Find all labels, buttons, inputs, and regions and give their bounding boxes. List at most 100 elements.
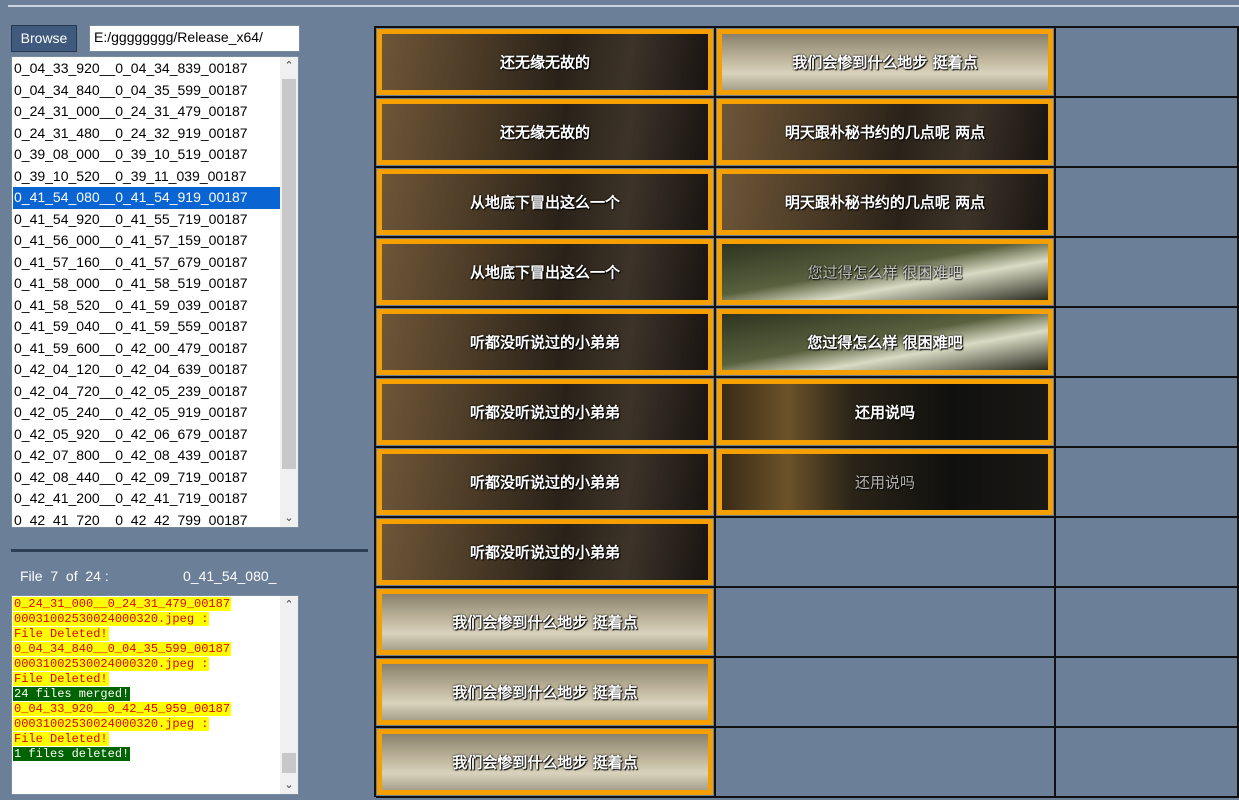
log-line: 1 files deleted! [13,747,131,761]
log-line: File Deleted! [13,672,109,686]
file-list-item[interactable]: 0_39_08_000__0_39_10_519_00187 [13,144,281,166]
thumbnail-cell[interactable]: 听都没听说过的小弟弟 [376,378,716,448]
log-line: 0_04_34_840__0_04_35_599_00187 [13,642,232,656]
thumbnail-cell[interactable]: 从地底下冒出这么一个 [376,168,716,238]
file-list-item[interactable]: 0_41_59_040__0_41_59_559_00187 [13,316,281,338]
log-line: 24 files merged! [13,687,131,701]
scroll-thumb[interactable] [282,79,296,469]
file-list-item[interactable]: 0_42_41_720__0_42_42_799_00187 [13,510,281,528]
subtitle-text: 明天跟朴秘书约的几点呢 两点 [784,193,986,212]
file-list-item[interactable]: 0_41_58_000__0_41_58_519_00187 [13,273,281,295]
thumbnail-cell[interactable]: 您过得怎么样 很困难吧 [716,308,1056,378]
thumbnail-frame[interactable]: 从地底下冒出这么一个 [377,239,713,305]
file-list-item[interactable]: 0_41_56_000__0_41_57_159_00187 [13,230,281,252]
grid-cell [1056,378,1239,448]
file-listbox[interactable]: 0_04_33_920__0_04_34_839_00187 0_04_34_84… [11,56,299,528]
log-output[interactable]: 0_24_31_000__0_24_31_479_00187 0003100253… [11,595,299,795]
thumbnail-cell[interactable]: 还无缘无故的 [376,98,716,168]
file-list-item[interactable]: 0_42_41_200__0_42_41_719_00187 [13,488,281,510]
file-list-item[interactable]: 0_42_04_120__0_42_04_639_00187 [13,359,281,381]
thumbnail-frame[interactable]: 明天跟朴秘书约的几点呢 两点 [717,169,1053,235]
subtitle-text: 从地底下冒出这么一个 [469,193,620,212]
grid-cell [1056,308,1239,378]
thumbnail-frame[interactable]: 还用说吗 [717,379,1053,445]
thumbnail-cell[interactable]: 明天跟朴秘书约的几点呢 两点 [716,168,1056,238]
browse-button[interactable]: Browse [11,25,77,52]
file-list-item[interactable]: 0_24_31_000__0_24_31_479_00187 [13,101,281,123]
file-list-item[interactable]: 0_41_58_520__0_41_59_039_00187 [13,295,281,317]
thumbnail-image: 我们会惨到什么地步 挺着点 [382,594,708,650]
thumbnail-frame[interactable]: 您过得怎么样 很困难吧 [717,239,1053,305]
thumbnail-frame[interactable]: 还无缘无故的 [377,29,713,95]
thumbnail-cell[interactable]: 还无缘无故的 [376,28,716,98]
file-list-item[interactable]: 0_41_54_920__0_41_55_719_00187 [13,209,281,231]
thumbnail-cell[interactable]: 明天跟朴秘书约的几点呢 两点 [716,98,1056,168]
grid-cell [716,588,1056,658]
thumbnail-cell[interactable]: 从地底下冒出这么一个 [376,238,716,308]
file-list-item[interactable]: 0_41_54_080__0_41_54_919_00187 [13,187,281,209]
file-list-item[interactable]: 0_42_05_920__0_42_06_679_00187 [13,424,281,446]
log-line: 00031002530024000320.jpeg : [13,657,210,671]
thumbnail-image: 听都没听说过的小弟弟 [382,314,708,370]
thumbnail-frame[interactable]: 还无缘无故的 [377,99,713,165]
current-file-name: 0_41_54_080_ [183,568,277,584]
thumbnail-cell[interactable]: 您过得怎么样 很困难吧 [716,238,1056,308]
subtitle-text: 还无缘无故的 [499,123,590,142]
log-scroll-down-icon[interactable]: ⌄ [280,776,298,794]
file-list: 0_04_33_920__0_04_34_839_00187 0_04_34_84… [13,58,281,528]
thumbnail-cell[interactable]: 我们会惨到什么地步 挺着点 [376,588,716,658]
thumbnail-frame[interactable]: 我们会惨到什么地步 挺着点 [377,729,713,795]
log-scroll-thumb[interactable] [282,753,296,773]
thumbnail-frame[interactable]: 听都没听说过的小弟弟 [377,309,713,375]
log-scrollbar[interactable]: ⌃ ⌄ [280,596,298,794]
file-list-scrollbar[interactable]: ⌃ ⌄ [280,57,298,527]
scroll-up-icon[interactable]: ⌃ [280,57,298,75]
scroll-down-icon[interactable]: ⌄ [280,509,298,527]
subtitle-text: 我们会惨到什么地步 挺着点 [792,53,978,72]
file-list-item[interactable]: 0_42_04_720__0_42_05_239_00187 [13,381,281,403]
thumbnail-cell[interactable]: 听都没听说过的小弟弟 [376,308,716,378]
log-scroll-up-icon[interactable]: ⌃ [280,596,298,614]
grid-cell [716,728,1056,798]
thumbnail-cell[interactable]: 听都没听说过的小弟弟 [376,448,716,518]
subtitle-text: 听都没听说过的小弟弟 [469,543,620,562]
grid-cell [716,518,1056,588]
file-list-item[interactable]: 0_39_10_520__0_39_11_039_00187 [13,166,281,188]
subtitle-text: 您过得怎么样 很困难吧 [807,263,963,282]
thumbnail-frame[interactable]: 听都没听说过的小弟弟 [377,449,713,515]
file-list-item[interactable]: 0_42_07_800__0_42_08_439_00187 [13,445,281,467]
file-list-item[interactable]: 0_24_31_480__0_24_32_919_00187 [13,123,281,145]
thumbnail-frame[interactable]: 我们会惨到什么地步 挺着点 [717,29,1053,95]
thumbnail-cell[interactable]: 听都没听说过的小弟弟 [376,518,716,588]
thumbnail-frame[interactable]: 我们会惨到什么地步 挺着点 [377,589,713,655]
thumbnail-frame[interactable]: 听都没听说过的小弟弟 [377,519,713,585]
thumbnail-image: 我们会惨到什么地步 挺着点 [722,34,1048,90]
thumbnail-frame[interactable]: 还用说吗 [717,449,1053,515]
thumbnail-cell[interactable]: 我们会惨到什么地步 挺着点 [716,28,1056,98]
file-list-item[interactable]: 0_04_34_840__0_04_35_599_00187 [13,80,281,102]
log-line: 00031002530024000320.jpeg : [13,717,210,731]
thumbnail-frame[interactable]: 我们会惨到什么地步 挺着点 [377,659,713,725]
path-input[interactable]: E:/gggggggg/Release_x64/ [89,25,300,52]
thumbnail-frame[interactable]: 听都没听说过的小弟弟 [377,379,713,445]
log-line: File Deleted! [13,627,109,641]
thumbnail-frame[interactable]: 您过得怎么样 很困难吧 [717,309,1053,375]
thumbnail-image: 我们会惨到什么地步 挺着点 [382,734,708,790]
grid-cell [1056,448,1239,518]
file-list-item[interactable]: 0_41_57_160__0_41_57_679_00187 [13,252,281,274]
file-list-item[interactable]: 0_42_05_240__0_42_05_919_00187 [13,402,281,424]
file-list-item[interactable]: 0_04_33_920__0_04_34_839_00187 [13,58,281,80]
thumbnail-cell[interactable]: 还用说吗 [716,378,1056,448]
thumbnail-cell[interactable]: 我们会惨到什么地步 挺着点 [376,658,716,728]
thumbnail-cell[interactable]: 我们会惨到什么地步 挺着点 [376,728,716,798]
thumbnail-image: 您过得怎么样 很困难吧 [722,244,1048,300]
thumbnail-image: 听都没听说过的小弟弟 [382,384,708,440]
file-list-item[interactable]: 0_41_59_600__0_42_00_479_00187 [13,338,281,360]
thumbnail-frame[interactable]: 从地底下冒出这么一个 [377,169,713,235]
thumbnail-frame[interactable]: 明天跟朴秘书约的几点呢 两点 [717,99,1053,165]
log-line: 0_24_31_000__0_24_31_479_00187 [13,597,232,611]
thumbnail-cell[interactable]: 还用说吗 [716,448,1056,518]
subtitle-text: 我们会惨到什么地步 挺着点 [452,753,638,772]
subtitle-text: 还用说吗 [854,403,915,422]
file-list-item[interactable]: 0_42_08_440__0_42_09_719_00187 [13,467,281,489]
